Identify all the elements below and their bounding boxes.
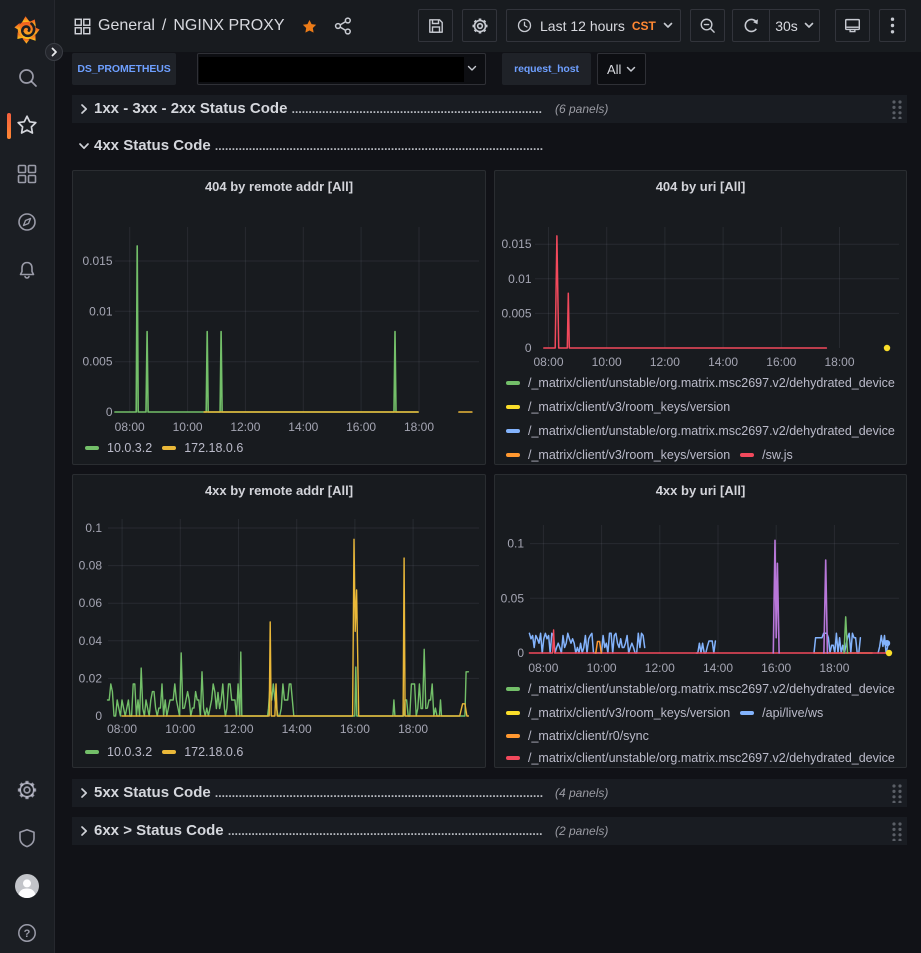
- svg-text:0: 0: [525, 341, 532, 355]
- svg-text:10:00: 10:00: [173, 420, 203, 434]
- svg-text:18:00: 18:00: [404, 420, 434, 434]
- svg-text:08:00: 08:00: [107, 722, 137, 736]
- svg-text:0.01: 0.01: [508, 272, 532, 286]
- svg-text:0.015: 0.015: [82, 254, 112, 268]
- svg-text:0.005: 0.005: [501, 306, 531, 320]
- svg-text:0: 0: [95, 709, 102, 723]
- svg-text:18:00: 18:00: [819, 661, 849, 675]
- svg-text:?: ?: [24, 928, 31, 940]
- svg-text:12:00: 12:00: [650, 355, 680, 369]
- svg-text:14:00: 14:00: [282, 722, 312, 736]
- svg-text:18:00: 18:00: [824, 355, 854, 369]
- svg-text:12:00: 12:00: [230, 420, 260, 434]
- svg-text:10:00: 10:00: [592, 355, 622, 369]
- svg-text:08:00: 08:00: [533, 355, 563, 369]
- svg-text:10:00: 10:00: [165, 722, 195, 736]
- svg-text:0.1: 0.1: [507, 537, 524, 551]
- svg-text:0: 0: [106, 405, 113, 419]
- svg-text:16:00: 16:00: [340, 722, 370, 736]
- svg-text:0: 0: [517, 646, 524, 660]
- svg-text:08:00: 08:00: [115, 420, 145, 434]
- svg-text:0.05: 0.05: [501, 591, 525, 605]
- svg-text:16:00: 16:00: [346, 420, 376, 434]
- svg-text:0.01: 0.01: [89, 304, 113, 318]
- svg-text:0.04: 0.04: [79, 634, 103, 648]
- svg-text:16:00: 16:00: [761, 661, 791, 675]
- svg-text:18:00: 18:00: [398, 722, 428, 736]
- svg-text:12:00: 12:00: [223, 722, 253, 736]
- svg-text:0.06: 0.06: [79, 596, 103, 610]
- svg-text:16:00: 16:00: [766, 355, 796, 369]
- svg-text:0.1: 0.1: [85, 521, 102, 535]
- svg-text:14:00: 14:00: [703, 661, 733, 675]
- svg-text:12:00: 12:00: [645, 661, 675, 675]
- svg-text:14:00: 14:00: [708, 355, 738, 369]
- svg-text:0.08: 0.08: [79, 559, 103, 573]
- svg-text:08:00: 08:00: [528, 661, 558, 675]
- svg-text:14:00: 14:00: [288, 420, 318, 434]
- svg-text:0.02: 0.02: [79, 671, 103, 685]
- svg-text:0.015: 0.015: [501, 237, 531, 251]
- svg-text:10:00: 10:00: [587, 661, 617, 675]
- svg-text:0.005: 0.005: [82, 355, 112, 369]
